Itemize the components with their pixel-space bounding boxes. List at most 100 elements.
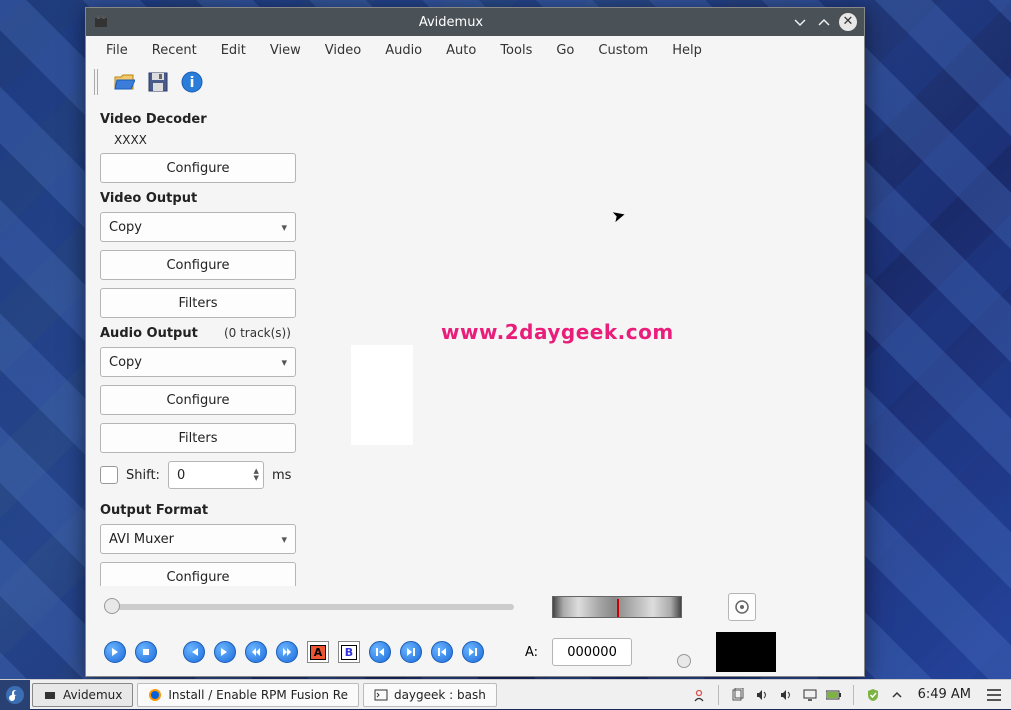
next-frame-button[interactable] [214,641,236,663]
menu-help[interactable]: Help [660,39,714,62]
start-menu-button[interactable] [0,680,30,710]
chevron-down-icon: ▾ [281,533,287,546]
shift-checkbox[interactable] [100,466,118,484]
slider-row [104,592,846,622]
menu-file[interactable]: File [94,39,140,62]
app-icon [92,13,110,31]
display-icon[interactable] [801,686,819,704]
tray-separator [853,685,854,705]
shift-spinner[interactable]: 0 ▲▼ [168,461,264,489]
jog-wheel[interactable] [552,596,682,618]
spinner-buttons[interactable]: ▲▼ [254,468,259,482]
next-keyframe-button[interactable] [400,641,422,663]
watermark-text: www.2daygeek.com [441,320,674,344]
chevron-up-icon[interactable] [888,686,906,704]
volume-slider[interactable] [675,632,693,672]
maximize-button[interactable] [814,12,834,32]
prev-keyframe-button[interactable] [369,641,391,663]
battery-icon[interactable] [825,686,843,704]
stop-button[interactable] [135,641,157,663]
video-output-value: Copy [109,220,142,235]
cursor-icon: ➤ [610,205,628,227]
vu-meter [716,632,776,672]
rewind-button[interactable] [245,641,267,663]
audio-output-value: Copy [109,355,142,370]
audio-output-configure-button[interactable]: Configure [100,385,296,415]
video-decoder-title: Video Decoder [100,112,302,127]
output-format-select[interactable]: AVI Muxer ▾ [100,524,296,554]
set-marker-a-button[interactable]: A [307,641,329,663]
set-marker-b-button[interactable]: B [338,641,360,663]
frame-number-input[interactable]: 000000 [552,638,632,666]
output-format-configure-button[interactable]: Configure [100,562,296,586]
prev-frame-button[interactable] [183,641,205,663]
goto-start-button[interactable] [431,641,453,663]
shift-value: 0 [177,468,185,483]
a-label: A: [525,645,538,660]
audio-output-filters-button[interactable]: Filters [100,423,296,453]
menu-custom[interactable]: Custom [586,39,660,62]
menu-go[interactable]: Go [544,39,586,62]
time-area: A: 000000 [525,638,632,666]
volume-icon[interactable] [753,686,771,704]
clock[interactable]: 6:49 AM [918,687,971,702]
menu-edit[interactable]: Edit [209,39,258,62]
menu-icon[interactable] [983,689,1005,701]
fast-forward-button[interactable] [276,641,298,663]
menu-tools[interactable]: Tools [488,39,544,62]
minimize-button[interactable] [790,12,810,32]
shift-label: Shift: [126,468,160,483]
transport-row: A B A: 000000 [104,632,846,672]
app-window: Avidemux ✕ File Recent Edit View Video A… [85,7,865,677]
task-firefox[interactable]: Install / Enable RPM Fusion Re [137,683,359,707]
output-format-title: Output Format [100,503,302,518]
shift-unit: ms [272,468,291,483]
decoder-value: XXXX [114,133,302,147]
decoder-configure-button[interactable]: Configure [100,153,296,183]
clipboard-icon[interactable] [729,686,747,704]
menu-recent[interactable]: Recent [140,39,209,62]
user-icon[interactable] [690,686,708,704]
shift-row: Shift: 0 ▲▼ ms [100,461,302,489]
preview-area: www.2daygeek.com ➤ [316,100,864,586]
tray-separator [718,685,719,705]
audio-output-title: Audio Output (0 track(s)) [100,326,302,341]
volume-icon-2[interactable] [777,686,795,704]
save-file-icon[interactable] [146,70,170,94]
speaker-button[interactable] [728,593,756,621]
task-terminal[interactable]: daygeek : bash [363,683,497,707]
open-file-icon[interactable] [112,70,136,94]
menu-audio[interactable]: Audio [373,39,434,62]
taskbar: Avidemux Install / Enable RPM Fusion Re … [0,679,1011,709]
task-avidemux[interactable]: Avidemux [32,683,133,707]
content-area: Video Decoder XXXX Configure Video Outpu… [86,100,864,586]
system-tray: 6:49 AM [690,685,1011,705]
close-button[interactable]: ✕ [838,12,858,32]
menu-view[interactable]: View [258,39,313,62]
video-output-title: Video Output [100,191,302,206]
volume-thumb[interactable] [677,654,691,668]
play-button[interactable] [104,641,126,663]
bottom-controls: A B A: 000000 [86,586,864,676]
toolbar: i [86,64,864,100]
video-output-select[interactable]: Copy ▾ [100,212,296,242]
shield-icon[interactable] [864,686,882,704]
goto-end-button[interactable] [462,641,484,663]
menu-auto[interactable]: Auto [434,39,488,62]
window-title: Avidemux [116,15,786,30]
audio-output-select[interactable]: Copy ▾ [100,347,296,377]
menubar: File Recent Edit View Video Audio Auto T… [86,36,864,64]
left-panel: Video Decoder XXXX Configure Video Outpu… [86,100,316,586]
menu-video[interactable]: Video [313,39,373,62]
audio-tracks-count: (0 track(s)) [224,326,291,340]
seek-slider[interactable] [104,604,514,610]
chevron-down-icon: ▾ [281,221,287,234]
video-output-configure-button[interactable]: Configure [100,250,296,280]
svg-text:i: i [190,75,195,91]
preview-placeholder [351,345,413,445]
video-output-filters-button[interactable]: Filters [100,288,296,318]
seek-thumb[interactable] [104,598,120,614]
info-icon[interactable]: i [180,70,204,94]
output-format-value: AVI Muxer [109,532,174,547]
titlebar[interactable]: Avidemux ✕ [86,8,864,36]
